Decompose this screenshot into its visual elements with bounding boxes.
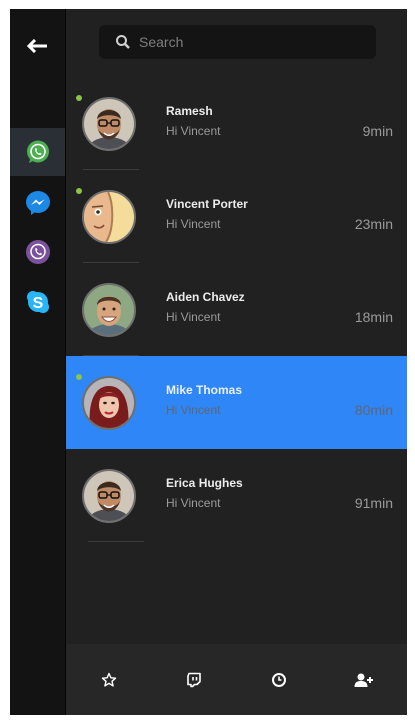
chat-preview: Hi Vincent [166,496,221,510]
twitch-icon [187,672,201,687]
search-bar [99,25,376,59]
star-icon [101,672,116,687]
search-input[interactable] [137,33,371,51]
arrow-left-icon [27,39,47,53]
chat-item-aiden-chavez[interactable]: Aiden Chavez Hi Vincent 18min [66,263,407,356]
add-user-icon [354,673,374,687]
messenger-icon [25,191,50,215]
avatar [82,376,136,430]
twitch-button[interactable] [151,644,236,715]
divider [88,541,144,542]
sidebar-item-viber[interactable] [10,228,65,276]
add-contact-button[interactable] [322,644,407,715]
bottom-toolbar [66,644,407,715]
skype-icon: S [26,291,49,313]
chat-time: 9min [362,123,393,139]
chat-preview: Hi Vincent [166,124,221,138]
chat-name: Mike Thomas [166,383,243,397]
chat-name: Aiden Chavez [166,290,245,304]
chat-item-erica-hughes[interactable]: Erica Hughes Hi Vincent 91min [66,449,407,542]
chat-preview: Hi Vincent [166,217,221,231]
sidebar-item-whatsapp[interactable] [10,128,65,176]
online-indicator [76,188,82,194]
avatar [82,190,136,244]
recent-button[interactable] [237,644,322,715]
chat-list: Ramesh Hi Vincent 9min Vincent Porter Hi… [66,77,407,542]
sidebar-item-skype[interactable]: S [10,278,65,326]
chat-name: Vincent Porter [166,197,248,211]
chat-time: 23min [354,216,393,232]
chat-item-vincent-porter[interactable]: Vincent Porter Hi Vincent 23min [66,170,407,263]
sidebar-item-messenger[interactable] [10,179,65,227]
chat-time: 91min [354,495,393,511]
back-button[interactable] [24,36,52,56]
search-icon [116,35,130,49]
avatar [82,469,136,523]
viber-icon [25,240,50,264]
svg-text:S: S [32,295,43,312]
online-indicator [76,95,82,101]
chat-time: 80min [354,402,393,418]
chat-preview: Hi Vincent [166,403,221,417]
favorites-button[interactable] [66,644,151,715]
avatar [82,97,136,151]
chat-name: Ramesh [166,104,213,118]
messenger-app: S Search Ramesh Hi Vincent 9min Vincent … [10,9,407,715]
chat-time: 18min [354,309,393,325]
chat-item-ramesh[interactable]: Ramesh Hi Vincent 9min [66,77,407,170]
whatsapp-icon [26,140,49,163]
sidebar: S [10,9,66,715]
online-indicator [76,374,82,380]
chat-preview: Hi Vincent [166,310,221,324]
chat-panel: Ramesh Hi Vincent 9min [66,9,407,715]
avatar [82,283,136,337]
chat-name: Erica Hughes [166,476,243,490]
chat-item-mike-thomas[interactable]: Mike Thomas Hi Vincent 80min [66,356,407,449]
clock-icon [272,672,287,687]
